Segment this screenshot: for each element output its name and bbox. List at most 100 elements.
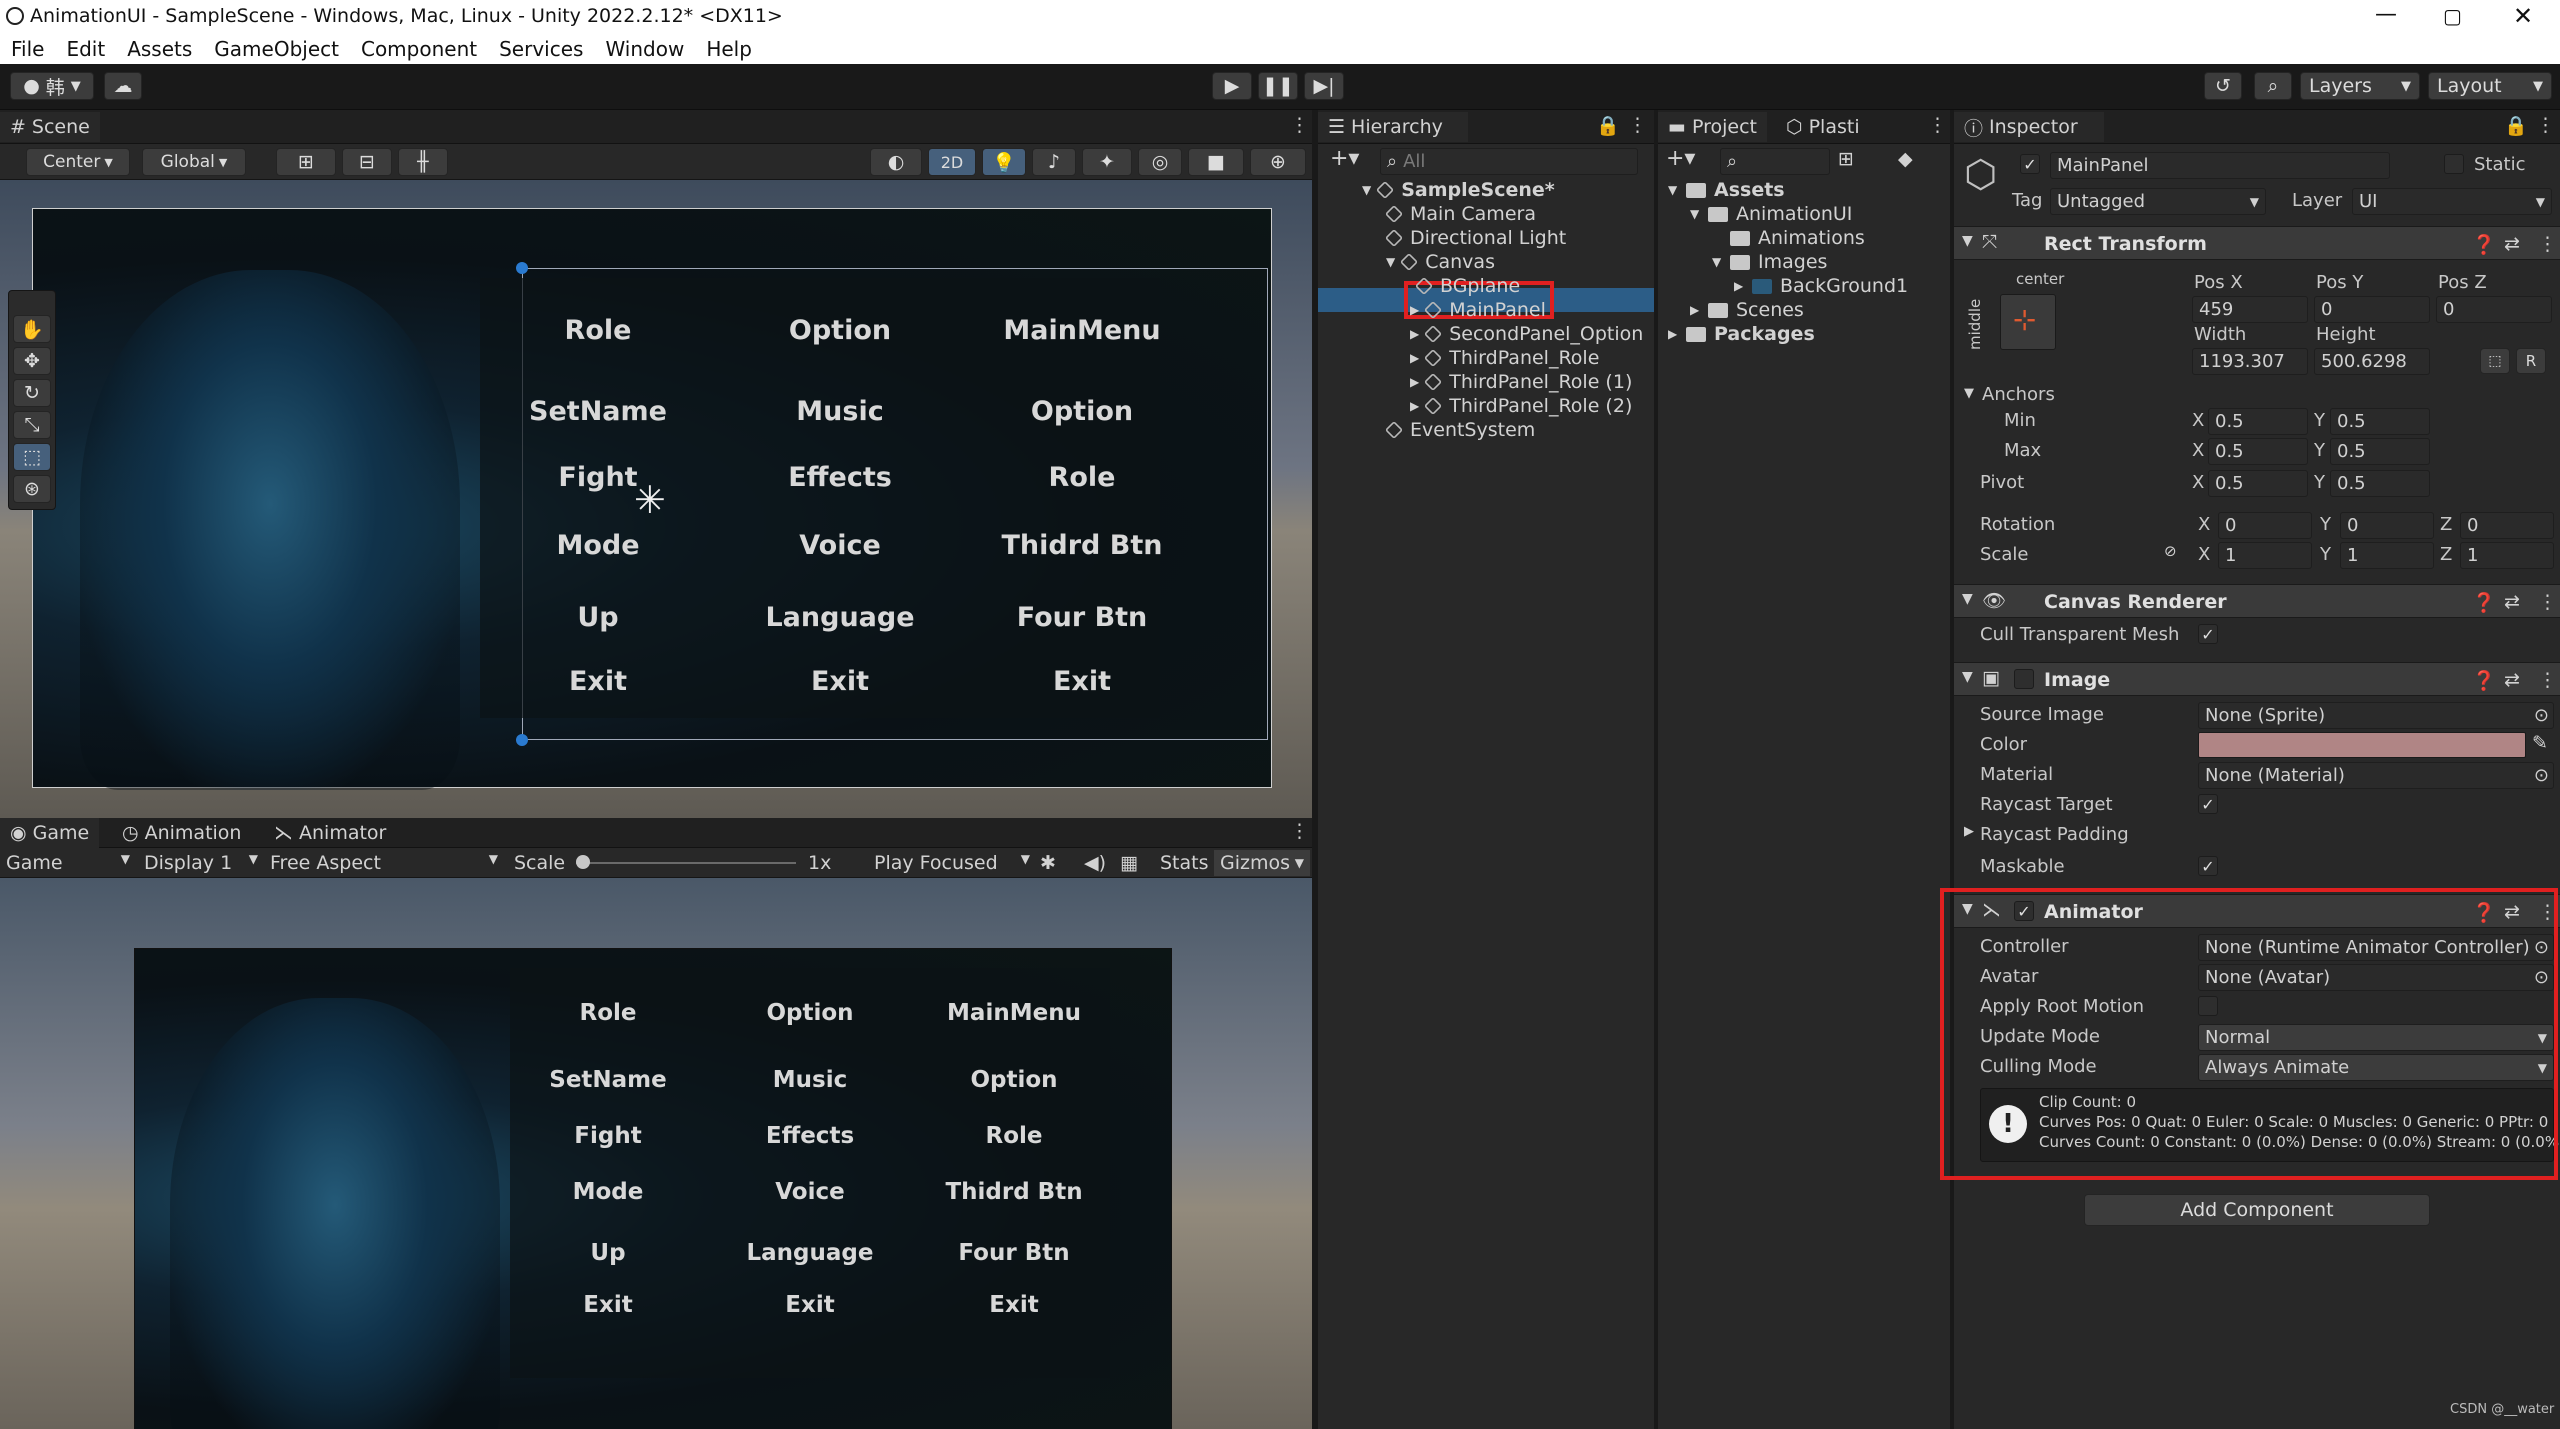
scene-ui-button-1-2[interactable]: Effects: [788, 462, 892, 493]
gizmos-button[interactable]: ⊕: [1250, 148, 1306, 176]
raw-edit-button[interactable]: R: [2516, 348, 2546, 374]
scene-ui-button-1-4[interactable]: Language: [765, 602, 914, 633]
project-item[interactable]: ▶ BackGround1: [1734, 274, 1908, 298]
game-ui-button-2-2[interactable]: Role: [986, 1123, 1043, 1149]
game-ui-button-2-4[interactable]: Four Btn: [958, 1240, 1069, 1266]
hierarchy-item[interactable]: Directional Light: [1384, 226, 1566, 250]
stats-button[interactable]: Stats: [1160, 852, 1209, 874]
game-ui-button-1-0[interactable]: Option: [766, 1000, 853, 1026]
menu-component[interactable]: Component: [361, 37, 477, 61]
scene-ui-button-2-1[interactable]: Option: [1031, 396, 1133, 427]
layers-dropdown[interactable]: Layers ▼: [2300, 72, 2420, 100]
game-ui-button-1-5[interactable]: Exit: [785, 1292, 834, 1318]
hierarchy-item[interactable]: ▶ SecondPanel_Option: [1410, 322, 1643, 346]
help-icon[interactable]: ❓: [2472, 669, 2496, 692]
audio-button[interactable]: ♪: [1032, 148, 1076, 176]
scene-ui-button-0-5[interactable]: Exit: [569, 666, 627, 697]
image-enabled-checkbox[interactable]: [2014, 669, 2034, 689]
menu-window[interactable]: Window: [605, 37, 684, 61]
game-ui-button-0-1[interactable]: SetName: [549, 1067, 667, 1093]
hand-tool-icon[interactable]: ✋: [13, 315, 51, 343]
foldout-arrow-icon[interactable]: ▼: [1690, 207, 1702, 221]
game-ui-button-0-2[interactable]: Fight: [574, 1123, 641, 1149]
move-tool-icon[interactable]: ✥: [13, 347, 51, 375]
anchors-foldout-icon[interactable]: ▼: [1964, 386, 1974, 401]
add-icon[interactable]: +▾: [1330, 146, 1359, 171]
toggle-2d-button[interactable]: 2D: [928, 148, 976, 176]
anchor-max-x-input[interactable]: 0.5: [2208, 438, 2308, 465]
hierarchy-item[interactable]: ▶ ThirdPanel_Role (1): [1410, 370, 1632, 394]
more-icon[interactable]: ⋮: [2538, 669, 2557, 691]
eyedropper-icon[interactable]: ✎: [2532, 732, 2548, 754]
game-ui-button-2-0[interactable]: MainMenu: [947, 1000, 1081, 1026]
increment-snap-button[interactable]: ⊟: [342, 148, 392, 176]
scene-ui-button-0-0[interactable]: Role: [565, 315, 632, 346]
visibility-button[interactable]: ◎: [1138, 148, 1182, 176]
game-ui-button-2-3[interactable]: Thidrd Btn: [945, 1179, 1082, 1205]
scene-ui-button-1-5[interactable]: Exit: [811, 666, 869, 697]
project-item[interactable]: ▶ Scenes: [1690, 298, 1804, 322]
cull-mesh-checkbox[interactable]: ✓: [2198, 624, 2218, 644]
project-item[interactable]: ▼ AnimationUI: [1690, 202, 1852, 226]
canvas-renderer-header[interactable]: ▼ 👁 Canvas Renderer ❓ ⇄ ⋮: [1954, 584, 2560, 618]
lighting-button[interactable]: 💡: [982, 148, 1026, 176]
draw-mode-button[interactable]: ◐: [870, 148, 922, 176]
menu-help[interactable]: Help: [706, 37, 752, 61]
pause-button[interactable]: ❚❚: [1258, 72, 1298, 100]
tab-inspector[interactable]: ⓘ Inspector: [1954, 112, 2104, 142]
scale-y-input[interactable]: 1: [2340, 542, 2434, 569]
color-swatch[interactable]: [2198, 732, 2526, 758]
scene-ui-button-1-3[interactable]: Voice: [799, 530, 881, 561]
settings-icon[interactable]: ⇄: [2504, 669, 2520, 691]
transform-tool-icon[interactable]: ⊛: [13, 475, 51, 503]
foldout-arrow-icon[interactable]: ▼: [1668, 183, 1680, 197]
game-ui-button-1-4[interactable]: Language: [747, 1240, 874, 1266]
tab-hierarchy[interactable]: ☰ Hierarchy: [1318, 112, 1468, 142]
raycast-target-checkbox[interactable]: ✓: [2198, 794, 2218, 814]
scene-ui-button-2-2[interactable]: Role: [1049, 462, 1116, 493]
project-item[interactable]: Animations: [1712, 226, 1865, 250]
minimize-icon[interactable]: —: [2375, 2, 2397, 27]
menu-file[interactable]: File: [11, 37, 44, 61]
game-ui-button-0-3[interactable]: Mode: [573, 1179, 644, 1205]
tab-scene[interactable]: # Scene: [0, 112, 100, 142]
foldout-arrow-icon[interactable]: ▼: [1386, 255, 1395, 269]
hierarchy-item[interactable]: BGplane: [1410, 274, 1520, 298]
project-item[interactable]: ▶ Packages: [1668, 322, 1815, 346]
project-item[interactable]: ▼ Assets: [1668, 178, 1785, 202]
width-input[interactable]: 1193.307: [2192, 348, 2308, 375]
add-icon[interactable]: +▾: [1666, 146, 1695, 171]
rect-transform-header[interactable]: ▼ ⤧ Rect Transform ❓ ⇄ ⋮: [1954, 226, 2560, 260]
foldout-arrow-icon[interactable]: ▶: [1410, 351, 1419, 365]
pivot-y-input[interactable]: 0.5: [2330, 470, 2430, 497]
foldout-arrow-icon[interactable]: ▶: [1964, 824, 1974, 839]
history-button[interactable]: ↺: [2204, 72, 2242, 100]
scene-ui-button-1-1[interactable]: Music: [796, 396, 883, 427]
bug-icon[interactable]: ✱: [1040, 852, 1056, 874]
tab-animator[interactable]: ⋋ Animator: [264, 818, 396, 848]
menu-services[interactable]: Services: [499, 37, 583, 61]
hierarchy-item[interactable]: ▶ MainPanel: [1410, 298, 1546, 322]
rect-tool-icon[interactable]: ⬚: [13, 443, 51, 471]
close-icon[interactable]: ✕: [2513, 2, 2533, 30]
posy-input[interactable]: 0: [2314, 296, 2430, 323]
add-component-button[interactable]: Add Component: [2084, 1194, 2430, 1226]
game-ui-button-0-5[interactable]: Exit: [583, 1292, 632, 1318]
menu-gameobject[interactable]: GameObject: [214, 37, 339, 61]
hierarchy-item[interactable]: ▶ ThirdPanel_Role (2): [1410, 394, 1632, 418]
game-ui-button-1-2[interactable]: Effects: [766, 1123, 854, 1149]
search-button[interactable]: ⌕: [2254, 72, 2292, 100]
scene-ui-button-0-4[interactable]: Up: [577, 602, 618, 633]
rotation-z-input[interactable]: 0: [2460, 512, 2554, 539]
slider-handle[interactable]: [576, 855, 590, 869]
rotation-y-input[interactable]: 0: [2340, 512, 2434, 539]
scene-ui-button-2-5[interactable]: Exit: [1053, 666, 1111, 697]
game-ui-button-0-0[interactable]: Role: [580, 1000, 637, 1026]
material-field[interactable]: None (Material) ⊙: [2198, 762, 2554, 789]
project-search-input[interactable]: ⌕: [1720, 148, 1830, 175]
settings-icon[interactable]: ⇄: [2504, 233, 2520, 255]
camera-button[interactable]: ■: [1188, 148, 1244, 176]
filter-icon[interactable]: ⊞: [1838, 148, 1854, 170]
keyboard-icon[interactable]: ▦: [1120, 852, 1138, 874]
rotate-tool-icon[interactable]: ↻: [13, 379, 51, 407]
